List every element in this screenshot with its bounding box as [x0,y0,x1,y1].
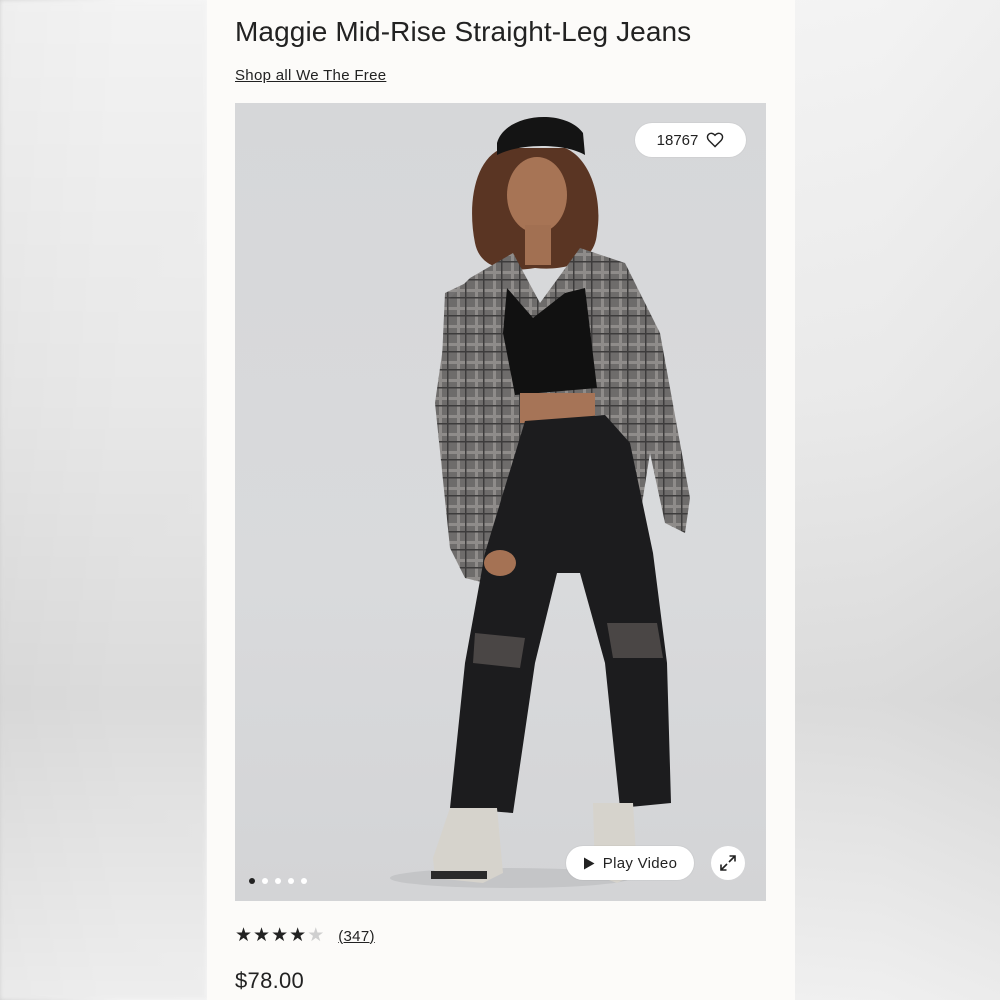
shop-brand-link[interactable]: Shop all We The Free [235,67,386,84]
heart-outline-icon [707,132,724,148]
play-icon [583,857,595,869]
product-price: $78.00 [235,968,305,993]
play-video-button[interactable]: Play Video [566,846,694,880]
gallery-dot[interactable] [301,878,307,884]
model-photo [390,116,690,888]
star-empty-icon: ★ [307,925,325,946]
gallery-dot[interactable] [288,878,294,884]
right-blurred-backdrop [795,0,1000,1000]
left-blurred-backdrop [0,0,207,1000]
product-card: Maggie Mid-Rise Straight-Leg Jeans Shop … [207,0,795,1000]
star-filled-icon: ★ [235,925,253,946]
star-filled-icon: ★ [289,925,307,946]
gallery-pagination [249,878,307,884]
star-filled-icon: ★ [253,925,271,946]
rating-stars: ★ ★ ★ ★ ★ [235,926,324,946]
gallery-dot[interactable] [262,878,268,884]
play-video-label: Play Video [602,854,678,872]
screenshot-stage: Maggie Mid-Rise Straight-Leg Jeans Shop … [0,0,1000,1000]
gallery-dot[interactable] [249,878,255,884]
product-image-gallery[interactable]: 18767 Play Video [235,103,766,901]
product-title: Maggie Mid-Rise Straight-Leg Jeans [235,16,692,47]
gallery-dot[interactable] [275,878,281,884]
favorite-button[interactable]: 18767 [635,123,746,157]
product-rating: ★ ★ ★ ★ ★ (347) [235,926,375,946]
star-filled-icon: ★ [271,925,289,946]
favorites-count: 18767 [656,131,699,149]
expand-image-button[interactable] [711,846,745,880]
review-count-link[interactable]: (347) [338,928,375,945]
expand-icon [720,855,736,871]
